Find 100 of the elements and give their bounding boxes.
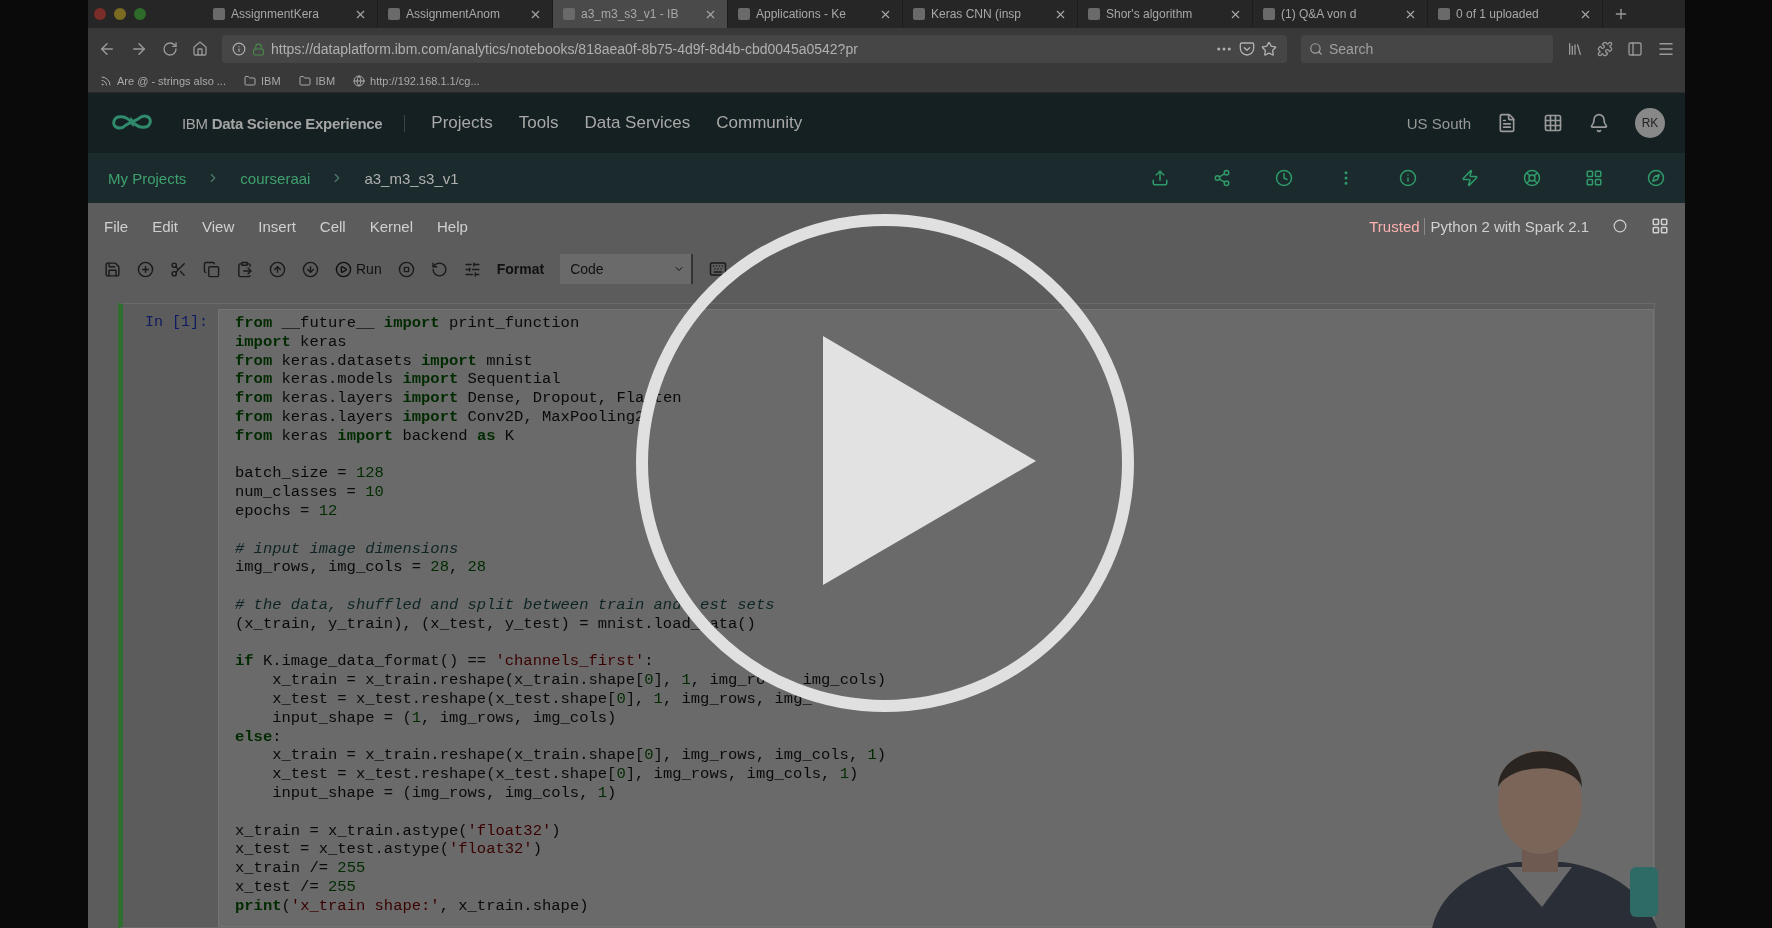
nav-link[interactable]: Community <box>716 113 803 133</box>
menu-item[interactable]: Help <box>437 217 468 235</box>
folder-icon <box>298 75 311 87</box>
document-icon[interactable] <box>1497 113 1517 133</box>
browser-tab[interactable]: a3_m3_s3_v1 - IB <box>553 0 728 28</box>
cut-icon[interactable] <box>170 260 187 278</box>
code-line: x_test = x_test.reshape(x_test.shape[0], img_rows, img_cols, 1) <box>271 765 859 784</box>
favicon-icon <box>563 8 575 20</box>
bolt-icon[interactable] <box>1461 169 1479 187</box>
code-line: input_shape = (img_rows, img_cols, 1) <box>271 783 617 802</box>
move-down-icon[interactable] <box>302 260 319 278</box>
code-line: img_rows, img_cols = 28, 28 <box>235 558 487 577</box>
code-line: x_train = x_train.astype('float32') <box>235 821 561 840</box>
share-icon[interactable] <box>1213 169 1231 187</box>
menu-item[interactable]: Kernel <box>369 217 413 235</box>
grid-icon[interactable] <box>1585 169 1603 187</box>
info-icon[interactable] <box>1399 169 1417 187</box>
menu-item[interactable]: Insert <box>258 217 296 235</box>
bookmark[interactable]: http://192.168.1.1/cg... <box>353 75 480 87</box>
breadcrumb-link[interactable]: courseraai <box>240 169 311 187</box>
window-minimize-light[interactable] <box>114 8 126 20</box>
code-line: x_test = x_test.reshape(x_test.shape[0], 1, img_rows, img_ <box>271 689 812 708</box>
format-label: Format <box>496 261 545 277</box>
keyboard-icon[interactable] <box>709 260 728 278</box>
kernel-idle-icon[interactable] <box>1613 219 1627 233</box>
upload-icon[interactable] <box>1151 169 1169 187</box>
cell-prompt: In [1]: <box>145 314 208 331</box>
save-icon[interactable] <box>104 260 121 278</box>
add-cell-icon[interactable] <box>137 260 154 278</box>
code-line: x_test = x_test.astype('float32') <box>235 840 542 859</box>
move-up-icon[interactable] <box>269 260 286 278</box>
paste-icon[interactable] <box>236 260 253 278</box>
copy-icon[interactable] <box>203 260 220 278</box>
reload-icon[interactable] <box>162 41 178 57</box>
notebook-name: a3_m3_s3_v1 <box>364 169 459 187</box>
window-zoom-light[interactable] <box>134 8 146 20</box>
restart-icon[interactable] <box>430 260 448 278</box>
menu-icon[interactable] <box>1657 40 1675 58</box>
home-icon[interactable] <box>192 41 208 57</box>
library-icon[interactable] <box>1567 41 1583 57</box>
pocket-icon[interactable] <box>1239 41 1255 57</box>
code-line: import keras <box>235 332 347 351</box>
bookmark[interactable]: Are @ - strings also ... <box>100 75 226 87</box>
user-avatar[interactable]: RK <box>1635 108 1665 138</box>
star-icon[interactable] <box>1261 41 1277 57</box>
favicon-icon <box>738 8 750 20</box>
compass-icon[interactable] <box>1647 169 1665 187</box>
bookmark[interactable]: IBM <box>298 75 336 87</box>
run-button[interactable]: Run <box>335 260 382 278</box>
code-line: num_classes = 10 <box>235 483 384 502</box>
search-icon <box>1309 42 1323 56</box>
code-line: from keras import backend as K <box>235 426 515 445</box>
back-icon[interactable] <box>98 40 116 58</box>
menu-item[interactable]: View <box>202 217 235 235</box>
code-line: batch_size = 128 <box>235 464 384 483</box>
code-line: x_train = x_train.reshape(x_train.shape[0], img_rows, img_cols, 1) <box>271 746 887 765</box>
menu-item[interactable]: Cell <box>319 217 346 235</box>
globe-icon <box>353 75 366 87</box>
new-tab-icon[interactable] <box>1613 6 1629 22</box>
favicon-icon <box>213 8 225 20</box>
code-line: x_test /= 255 <box>235 877 356 896</box>
nav-link[interactable]: Data Services <box>584 113 691 133</box>
favicon-icon <box>1088 8 1100 20</box>
code-line: if K.image_data_format() == 'channels_first': <box>235 652 654 671</box>
nav-link[interactable]: Tools <box>518 113 559 133</box>
code-cell[interactable] <box>118 303 1655 928</box>
code-line: # input image dimensions <box>235 539 459 558</box>
info-icon[interactable] <box>232 42 246 56</box>
calendar-icon[interactable] <box>1543 113 1563 133</box>
code-line: print('x_train shape:', x_train.shape) <box>235 896 589 915</box>
code-line: from keras.datasets import mnist <box>235 351 533 370</box>
bookmark[interactable]: IBM <box>244 75 281 87</box>
folder-icon <box>244 75 256 87</box>
menu-item[interactable]: File <box>104 217 129 235</box>
region-label: US South <box>1406 114 1471 132</box>
stop-icon[interactable] <box>397 260 415 278</box>
code-line: epochs = 12 <box>235 501 338 520</box>
favicon-icon <box>1263 8 1275 20</box>
extension-icon[interactable] <box>1597 41 1613 57</box>
favicon-icon <box>913 8 925 20</box>
settings-icon[interactable] <box>463 260 481 278</box>
code-line: from keras.models import Sequential <box>235 370 561 389</box>
breadcrumb-link[interactable]: My Projects <box>108 169 187 187</box>
sidebar-icon[interactable] <box>1627 41 1643 57</box>
url-field[interactable]: https://dataplatform.ibm.com/analytics/notebooks/818aea0f-8b75-4d9f-8d4b-cbd0045a0542?pr <box>222 35 1287 63</box>
cell-type-select[interactable]: Code <box>560 254 694 284</box>
forward-icon[interactable] <box>130 40 148 58</box>
brand-title: IBM Data Science Experience <box>182 114 406 132</box>
bell-icon[interactable] <box>1589 113 1609 133</box>
toggle-icon[interactable] <box>1651 217 1669 235</box>
code-line: else: <box>235 727 282 746</box>
code-line: from __future__ import print_function <box>235 314 580 332</box>
nav-link[interactable]: Projects <box>431 113 493 133</box>
favicon-icon <box>388 8 400 20</box>
lock-icon <box>252 42 265 56</box>
menu-item[interactable]: Edit <box>152 217 179 235</box>
trusted-label[interactable]: Trusted <box>1369 217 1420 235</box>
lifebuoy-icon[interactable] <box>1523 169 1541 187</box>
clock-icon[interactable] <box>1275 169 1293 187</box>
search-field[interactable]: Search <box>1301 35 1553 63</box>
